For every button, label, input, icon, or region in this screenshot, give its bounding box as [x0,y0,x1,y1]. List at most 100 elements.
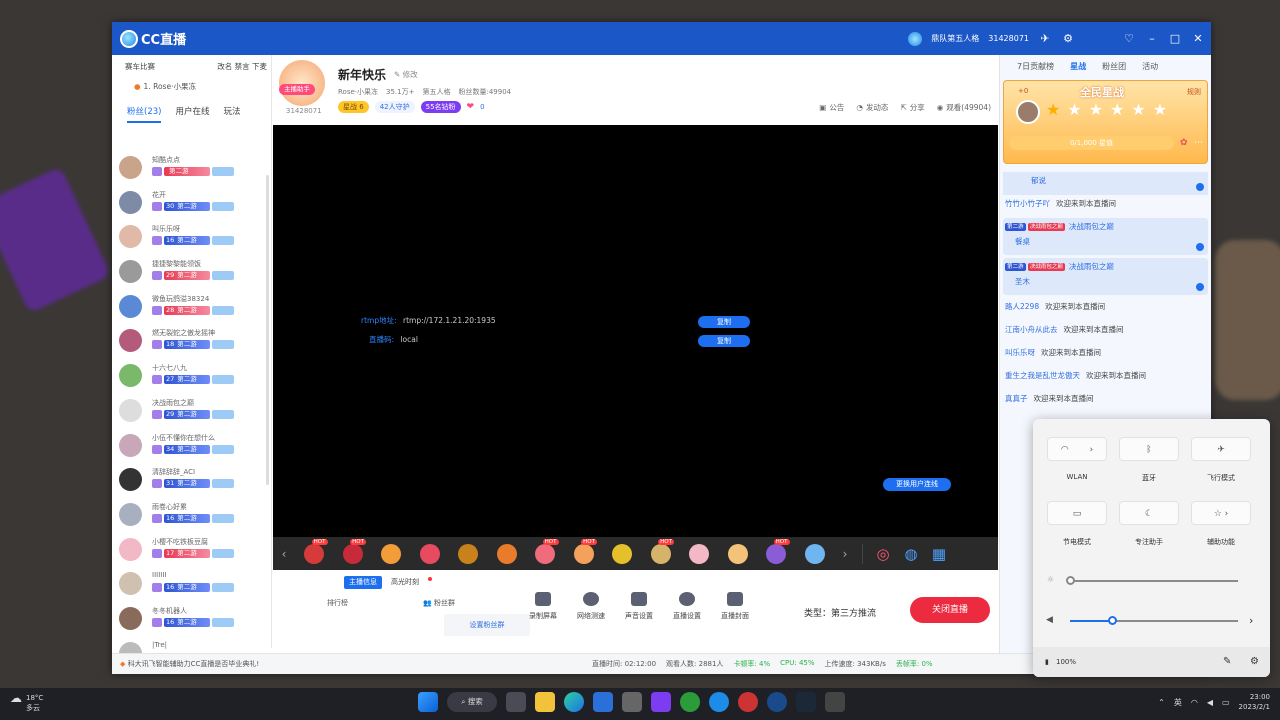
tool-button[interactable]: 直播设置 [671,592,703,621]
fan-avatar[interactable] [119,329,142,353]
chat-user[interactable]: 路人2298 [1005,302,1039,311]
fan-avatar[interactable] [119,572,142,596]
fan-row[interactable]: 决战雨包之巅 29 第二游 [112,396,265,431]
store-icon[interactable] [593,692,613,712]
tool-button[interactable]: 网络测速 [575,592,607,621]
heart-icon[interactable]: ♡ [1122,32,1136,45]
gift-item[interactable] [719,539,758,569]
header-action-3[interactable]: ◉ 观看(49904) [937,102,991,113]
wifi-icon[interactable]: ◠ [1191,698,1198,707]
fan-avatar[interactable] [119,468,142,492]
chat-user[interactable]: 餐桌 [1005,236,1206,247]
fan-row[interactable]: 叫乐乐呀 16 第二游 [112,222,265,257]
like-icon[interactable]: ❤ [467,102,475,112]
maximize-icon[interactable]: □ [1168,32,1182,45]
fan-avatar[interactable] [119,398,142,422]
left-tab[interactable]: 用户在线 [175,105,209,123]
rank-link[interactable]: 排行榜 [327,598,348,608]
chevron-right-icon[interactable]: › [1249,614,1253,627]
chat-message[interactable]: 江南小舟从此去 欢迎来到本直播间 [1003,321,1208,344]
task-view-icon[interactable] [506,692,526,712]
fan-row[interactable]: 微鱼玩鸽溢38324 28 第二游 [112,292,265,327]
chat-message[interactable]: 路人2298 欢迎来到本直播间 [1003,298,1208,321]
gift-icon[interactable]: ✿ [1180,138,1188,148]
fan-row[interactable]: 燃无裂蛇之傲龙摇神 18 第二游 [112,326,265,361]
tab-anchor-info[interactable]: 主播信息 [344,576,382,589]
fan-row[interactable]: 冬冬机器人 16 第二游 [112,604,265,639]
gift-item[interactable]: HOT [295,538,334,569]
fan-avatar[interactable] [119,433,142,457]
gift-item[interactable] [449,539,488,569]
weather-widget[interactable]: ☁ 18°C 多云 [10,692,43,713]
gift-item[interactable]: HOT [642,538,681,569]
gift-item[interactable] [372,539,411,569]
fan-row[interactable]: 十六七八九 27 第二游 [112,361,265,396]
fan-avatar[interactable] [119,364,142,388]
close-icon[interactable]: ✕ [1191,32,1205,45]
chat-user[interactable]: 真真子 [1005,394,1028,403]
chat-user[interactable]: 竹竹小竹子吖 [1005,199,1050,208]
chat-message[interactable]: 真真子 欢迎来到本直播间 [1003,390,1208,413]
star-battle-card[interactable]: +0 全民星战 规则 ★ ★ ★ ★ ★ ★ 0/1,000 星值 ✿ ⋯ [1003,80,1208,164]
chat-user[interactable]: 郁说 [1031,176,1046,185]
edge-icon[interactable] [564,692,584,712]
fan-avatar[interactable] [119,537,142,561]
brightness-knob[interactable] [1066,576,1075,585]
accessibility-toggle[interactable]: ☆ › [1191,501,1251,525]
magic-icon[interactable]: ◍ [897,540,925,568]
visual-studio-icon[interactable] [651,692,671,712]
more-icon[interactable]: ⋯ [1194,138,1203,148]
settings-icon[interactable]: ⚙ [1250,656,1259,667]
race-label[interactable]: 赛车比赛 [125,61,155,72]
close-live-button[interactable]: 关闭直播 [910,597,990,623]
gift-item[interactable] [680,539,719,569]
admin-actions[interactable]: 改名 禁言 下麦 [217,61,267,72]
fan-row[interactable]: 小伍不懂你在想什么 34 第二游 [112,431,265,466]
fan-row[interactable]: 雨卷心好累 16 第二游 [112,500,265,535]
settings-icon[interactable]: ⚙ [1061,32,1075,45]
right-tab[interactable]: 星战 [1070,61,1086,77]
notice-text[interactable]: 科大讯飞智能辅助力CC直播是否毕业典礼! [128,660,260,668]
header-action-0[interactable]: ▣ 公告 [819,102,844,113]
right-tab[interactable]: 7日贡献榜 [1017,61,1054,77]
bluetooth-toggle[interactable]: ᛒ [1119,437,1179,461]
chat-user[interactable]: 重生之我是乱世龙傲天 [1005,371,1080,380]
gift-item[interactable] [603,539,642,569]
speaker-icon[interactable]: ◀ [1207,698,1213,707]
clock[interactable]: 23:00 2023/2/1 [1239,692,1270,712]
star-level-badge[interactable]: 星战 6 [338,101,369,113]
chevron-left-icon[interactable]: ‹ [273,547,295,561]
search-button[interactable]: ⌕ 搜索 [447,692,497,712]
xbox-icon[interactable] [680,692,700,712]
copy-key-button[interactable]: 复制 [698,335,750,347]
volume-knob[interactable] [1108,616,1117,625]
fan-avatar[interactable] [119,606,142,630]
chevron-right-icon[interactable]: › [1090,445,1094,455]
top-rank-user[interactable]: 1. Rose·小果冻 [144,81,196,92]
browser-icon[interactable] [767,692,787,712]
airplane-toggle[interactable]: ✈ [1191,437,1251,461]
chat-user[interactable]: 圣木 [1005,276,1206,287]
left-tab[interactable]: 粉丝(23) [127,105,162,123]
battery-icon[interactable]: ▭ [1222,698,1230,707]
chat-message[interactable]: 第二游 决战雨包之巅 决战雨包之巅 圣木 [1003,258,1208,295]
wlan-toggle[interactable]: ◠ › [1047,437,1107,461]
focus-toggle[interactable]: ☾ [1119,501,1179,525]
gift-item[interactable]: HOT [565,538,604,569]
fan-avatar[interactable] [119,294,142,318]
brightness-slider[interactable] [1066,576,1238,585]
rule-link[interactable]: 规则 [1187,87,1201,97]
tab-highlight[interactable]: 高光时刻 [386,576,424,589]
guard-count[interactable]: 42人守护 [374,101,415,113]
set-fan-group-button[interactable]: 设置粉丝群 [444,614,530,636]
fan-row[interactable]: 捷捷黎黎能领饭 29 第二游 [112,257,265,292]
fan-row[interactable]: 知酷点点 第二游 [112,153,265,188]
right-tab[interactable]: 活动 [1142,61,1158,77]
steam-icon[interactable] [796,692,816,712]
gift-item[interactable]: HOT [757,538,796,569]
gift-pack-icon[interactable]: ◎ [869,540,897,568]
tool-button[interactable]: 直播封面 [719,592,751,621]
header-action-2[interactable]: ⇱ 分享 [900,102,924,113]
chat-user[interactable]: 叫乐乐呀 [1005,348,1035,357]
volume-slider[interactable] [1070,616,1238,625]
